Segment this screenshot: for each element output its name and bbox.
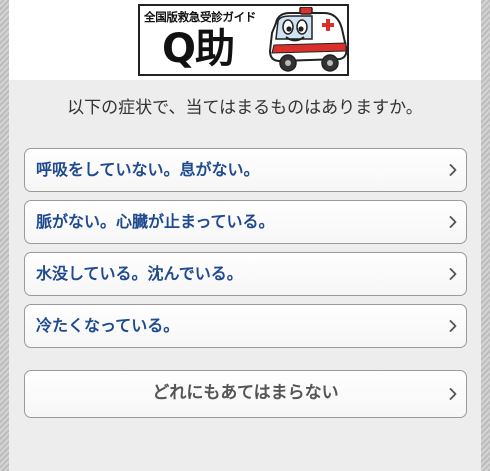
- chevron-right-icon: [449, 268, 457, 280]
- option-label: 呼吸をしていない。息がない。: [36, 160, 260, 179]
- option-label: 水没している。沈んでいる。: [36, 264, 243, 283]
- question-text: 以下の症状で、当てはまるものはありますか。: [9, 80, 481, 136]
- symptom-option-no-pulse[interactable]: 脈がない。心臓が止まっている。: [24, 200, 467, 244]
- chevron-right-icon: [449, 164, 457, 176]
- option-label: 脈がない。心臓が止まっている。: [36, 212, 275, 231]
- header: 全国版救急受診ガイド Q助: [9, 0, 481, 80]
- symptom-option-not-breathing[interactable]: 呼吸をしていない。息がない。: [24, 148, 467, 192]
- symptom-option-list: 呼吸をしていない。息がない。 脈がない。心臓が止まっている。 水没している。沈ん…: [24, 148, 467, 356]
- logo-subtitle: 全国版救急受診ガイド: [144, 10, 256, 24]
- chevron-right-icon: [449, 216, 457, 228]
- symptom-panel: 以下の症状で、当てはまるものはありますか。 呼吸をしていない。息がない。 脈がな…: [9, 80, 481, 471]
- none-of-these-button[interactable]: どれにもあてはまらない: [24, 370, 467, 418]
- option-label: 冷たくなっている。: [36, 316, 180, 335]
- chevron-right-icon: [449, 388, 457, 400]
- logo-title: Q助: [162, 26, 235, 72]
- chevron-right-icon: [449, 320, 457, 332]
- symptom-option-cold-body[interactable]: 冷たくなっている。: [24, 304, 467, 348]
- app-logo[interactable]: 全国版救急受診ガイド Q助: [138, 4, 349, 76]
- none-of-these-label: どれにもあてはまらない: [152, 383, 339, 403]
- ambulance-mascot-icon: [266, 7, 347, 74]
- app-frame: 全国版救急受診ガイド Q助 以下の症状で、当てはまるものはありますか。 呼吸をし…: [9, 0, 481, 471]
- symptom-option-submerged[interactable]: 水没している。沈んでいる。: [24, 252, 467, 296]
